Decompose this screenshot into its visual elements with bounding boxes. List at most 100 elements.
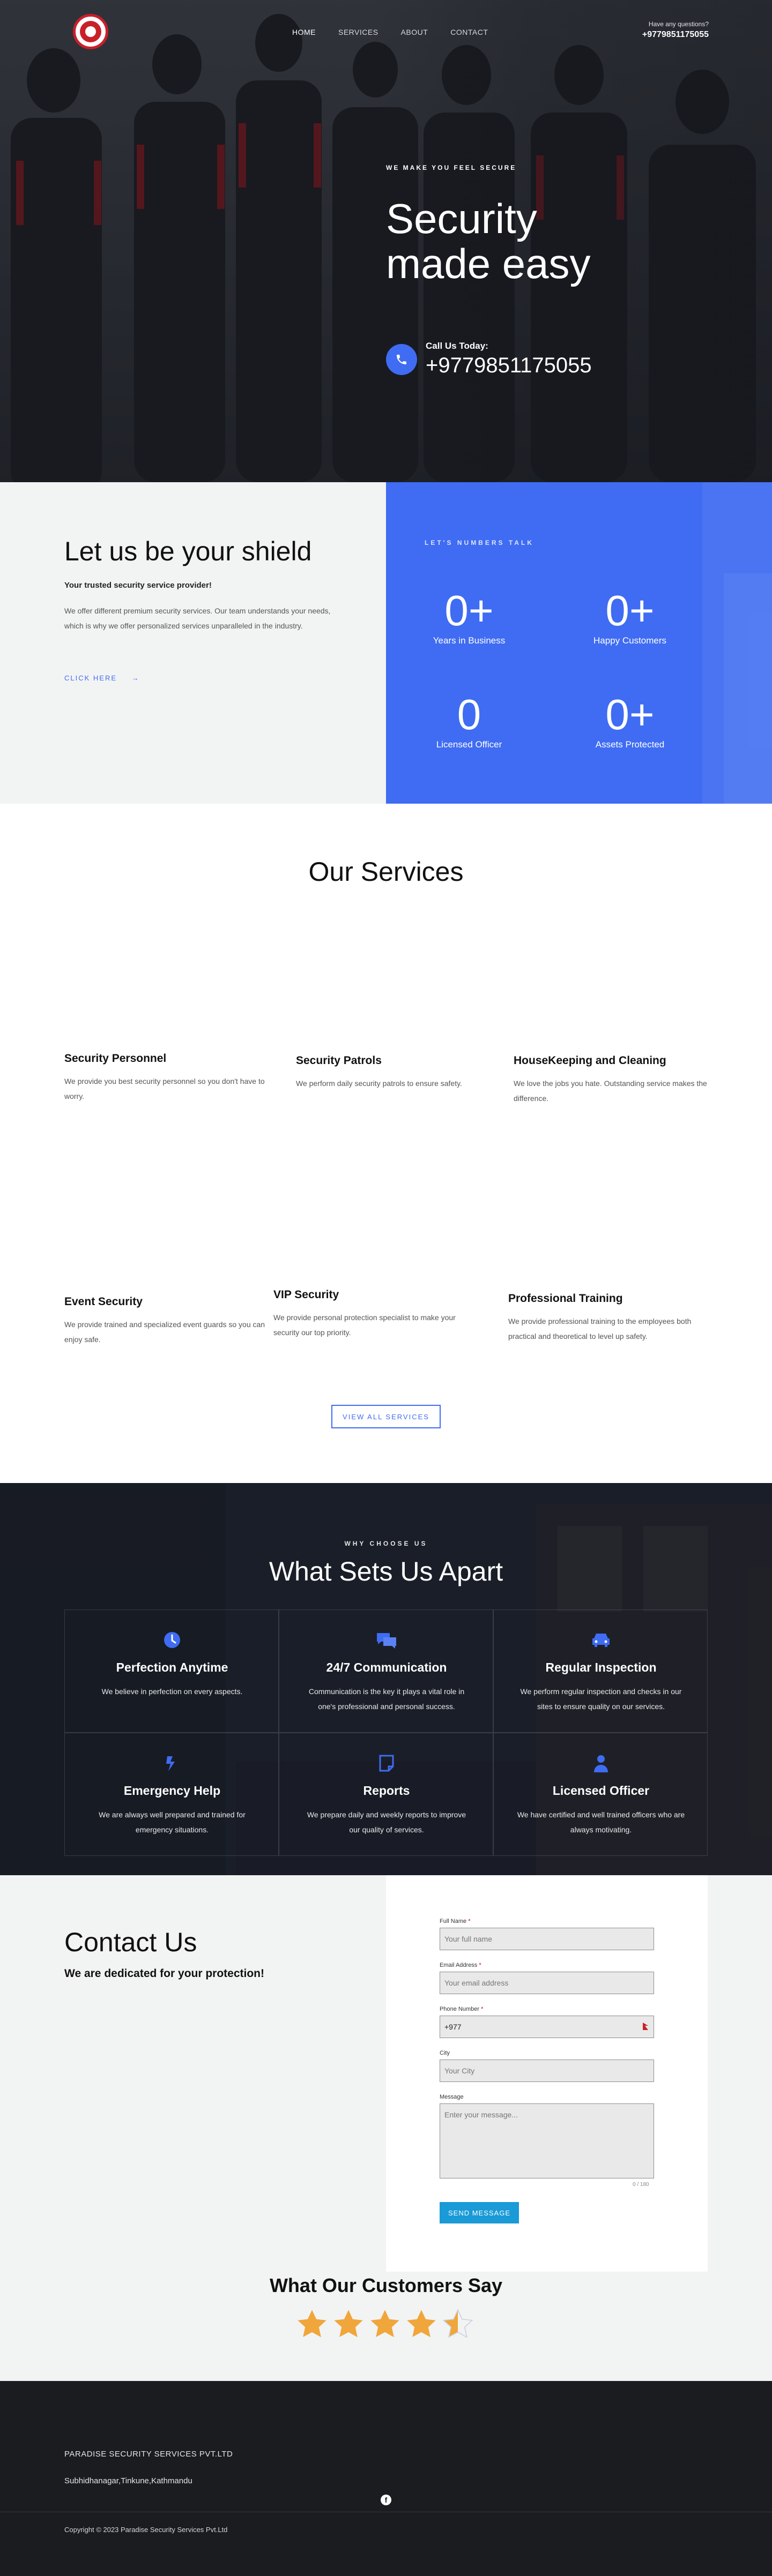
service-desc: We love the jobs you hate. Outstanding s… [514,1079,707,1103]
facebook-icon[interactable]: f [381,2495,391,2505]
shield-title: Let us be your shield [64,536,312,566]
nav-home-link[interactable]: HOME [292,28,316,36]
service-title: HouseKeeping and Cleaning [514,1054,666,1067]
feature-title: Reports [363,1784,410,1798]
nav-services-link[interactable]: SERVICES [338,28,378,36]
services-title: Our Services [308,857,464,887]
shield-subtitle: Your trusted security service provider! [64,581,212,590]
stat-officers: 0 Licensed Officer [407,693,531,750]
city-label: City [440,2050,450,2056]
feature-cell: Licensed Officer We have certified and w… [493,1733,708,1856]
rating-stars [295,2307,477,2341]
service-card[interactable]: HouseKeeping and Cleaning We love the jo… [514,1054,708,1106]
feature-title: Regular Inspection [545,1660,657,1674]
stat-label: Years in Business [433,635,506,646]
company-logo[interactable] [73,14,108,49]
report-icon [376,1753,397,1774]
feature-title: Licensed Officer [552,1784,650,1798]
site-footer: PARADISE SECURITY SERVICES PVT.LTD Subhi… [0,2381,772,2576]
contact-title: Contact Us [64,1927,197,1957]
hero-kicker: WE MAKE YOU FEEL SECURE [386,164,517,171]
service-card[interactable]: VIP Security We provide personal protect… [273,1289,477,1340]
stats-section: LET'S NUMBERS TALK 0+ Years in Business … [386,482,772,804]
why-kicker: WHY CHOOSE US [344,1540,428,1547]
logo-center [85,26,96,37]
nav-contact-link[interactable]: CONTACT [450,28,488,36]
testimonials-section: What Our Customers Say [0,2272,772,2381]
service-card[interactable]: Event Security We provide trained and sp… [64,1296,268,1347]
services-section: Our Services Security Personnel We provi… [0,804,772,1483]
feature-title: Perfection Anytime [116,1660,228,1674]
why-title: What Sets Us Apart [269,1556,503,1586]
stat-value: 0+ [605,691,655,738]
questions-label: Have any questions? [648,20,709,28]
feature-desc: We believe in perfection on every aspect… [101,1687,243,1696]
contact-tagline: We are dedicated for your protection! [64,1967,265,1980]
officer-icon [590,1753,612,1774]
feature-desc: We have certified and well trained offic… [517,1810,685,1834]
star-icon [298,2310,326,2338]
footer-copyright: Copyright © 2023 Paradise Security Servi… [64,2526,228,2534]
feature-cell: Regular Inspection We perform regular in… [493,1609,708,1733]
header-contact: Have any questions? +9779851175055 [642,20,709,40]
contact-form: Full Name * Your full name Email Address… [386,1875,708,2272]
service-card[interactable]: Professional Training We provide profess… [508,1292,708,1344]
hero-title-line2: made easy [386,240,591,287]
header-phone[interactable]: +9779851175055 [642,30,709,40]
feature-title: Emergency Help [123,1784,221,1798]
hero-title-line1: Security [386,195,537,242]
feature-desc: We prepare daily and weekly reports to i… [307,1810,466,1834]
nav-about-link[interactable]: ABOUT [401,28,428,36]
star-icon [334,2310,363,2338]
service-card[interactable]: Security Patrols We perform daily securi… [296,1054,500,1091]
stat-label: Happy Customers [593,635,667,646]
service-desc: We perform daily security patrols to ens… [296,1079,462,1088]
phone-icon [386,343,417,375]
feature-cell: Reports We prepare daily and weekly repo… [279,1733,493,1856]
hero-title: Security made easy [386,196,591,286]
email-input[interactable]: Your email address [440,1972,654,1994]
service-card[interactable]: Security Personnel We provide you best s… [64,1052,268,1104]
nepal-flag-icon[interactable] [643,2023,648,2030]
email-field: Email Address * Your email address [440,1962,654,1994]
star-icon [370,2310,399,2338]
message-field: Message Enter your message... [440,2094,654,2178]
stat-value: 0+ [444,587,494,634]
message-char-counter: 0 / 180 [633,2182,649,2188]
shield-body: We offer different premium security serv… [64,606,331,630]
feature-title: 24/7 Communication [326,1660,447,1674]
service-desc: We provide trained and specialized event… [64,1320,265,1344]
stat-value: 0+ [605,587,655,634]
stats-decoration-2 [724,573,772,804]
full-name-field: Full Name * Your full name [440,1918,654,1950]
call-label: Call Us Today: [426,341,488,351]
click-here-label: CLICK HERE [64,674,117,682]
hero-section: HOME SERVICES ABOUT CONTACT Have any que… [0,0,772,482]
view-all-services-button[interactable]: VIEW ALL SERVICES [331,1405,441,1428]
click-here-link[interactable]: CLICK HERE → [64,674,140,682]
footer-company-name: PARADISE SECURITY SERVICES PVT.LTD [64,2450,233,2459]
features-grid: Perfection Anytime We believe in perfect… [64,1609,708,1856]
message-label: Message [440,2094,464,2100]
feature-cell: Perfection Anytime We believe in perfect… [64,1609,279,1733]
why-choose-us-section: WHY CHOOSE US What Sets Us Apart Perfect… [0,1483,772,1875]
phone-input[interactable]: +977 [440,2016,654,2038]
feature-desc: We perform regular inspection and checks… [520,1687,682,1711]
feature-desc: We are always well prepared and trained … [99,1810,246,1834]
call-us-block[interactable]: Call Us Today: +9779851175055 [386,341,592,378]
feature-cell: Emergency Help We are always well prepar… [64,1733,279,1856]
phone-label: Phone Number * [440,2006,484,2012]
footer-address: Subhidhanagar,Tinkune,Kathmandu [64,2476,192,2485]
half-star-icon [442,2309,473,2338]
message-textarea[interactable]: Enter your message... [440,2103,654,2178]
service-title: Professional Training [508,1292,623,1305]
clock-icon [161,1629,183,1651]
send-message-button[interactable]: SEND MESSAGE [440,2202,519,2223]
feature-desc: Communication is the key it plays a vita… [308,1687,465,1711]
call-number[interactable]: +9779851175055 [426,354,592,378]
feature-cell: 24/7 Communication Communication is the … [279,1609,493,1733]
full-name-input[interactable]: Your full name [440,1928,654,1950]
city-input[interactable]: Your City [440,2060,654,2082]
logo-emblem [80,21,101,42]
service-title: VIP Security [273,1289,339,1301]
